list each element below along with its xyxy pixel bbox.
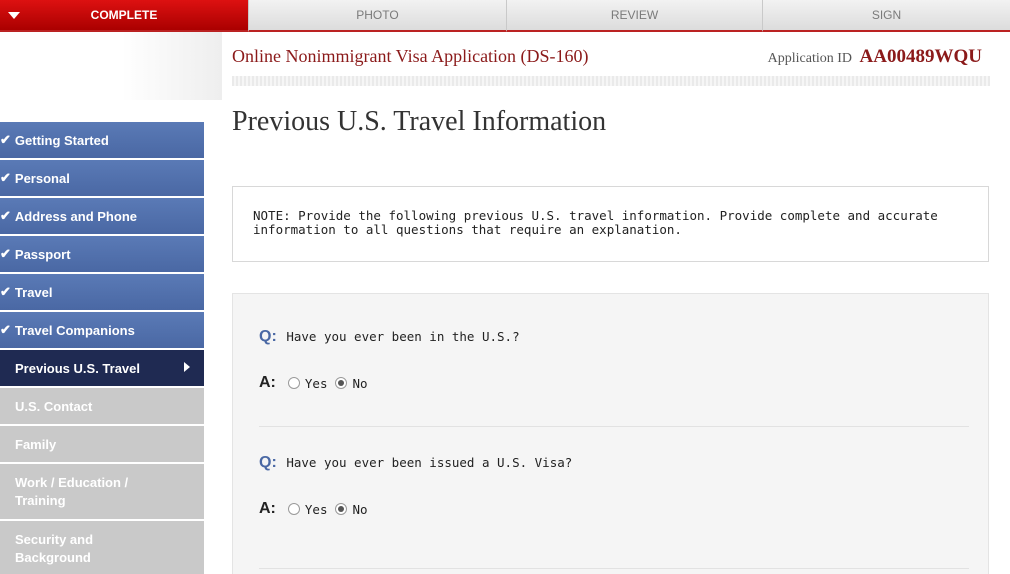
sidebar-item-getting-started[interactable]: ✔ Getting Started <box>0 122 204 158</box>
answer-label: A: <box>259 374 276 391</box>
radio-no[interactable] <box>335 503 348 515</box>
tab-photo[interactable]: PHOTO <box>248 0 506 32</box>
sidebar-item-label: Travel <box>14 284 53 300</box>
radio-no[interactable] <box>335 377 348 389</box>
tab-complete-label: COMPLETE <box>90 8 158 22</box>
radio-label: Yes <box>304 501 328 517</box>
application-id-value: AA00489WQU <box>859 46 982 67</box>
question-text: Have you ever been in the U.S.? <box>286 329 520 344</box>
radio-label: No <box>352 501 368 517</box>
sidebar-item-work-education-training: Work / Education / Training <box>0 464 204 519</box>
sidebar-item-label: Passport <box>14 246 71 262</box>
sidebar-item-label: Security and Background <box>15 531 94 565</box>
tab-complete[interactable]: COMPLETE <box>0 0 248 32</box>
question-label: Q: <box>259 328 277 345</box>
page-title: Previous U.S. Travel Information <box>232 106 607 137</box>
sidebar-nav: ✔ Getting Started ✔ Personal ✔ Address a… <box>0 122 204 574</box>
sidebar-item-label: Family <box>15 436 57 452</box>
note-text: NOTE: Provide the following previous U.S… <box>253 208 938 237</box>
sidebar-item-previous-us-travel[interactable]: Previous U.S. Travel <box>0 350 204 386</box>
question-text: Have you ever been issued a U.S. Visa? <box>286 455 573 470</box>
sidebar-item-label: Work / Education / Training <box>15 474 129 508</box>
chevron-down-icon <box>8 12 20 19</box>
check-icon: ✔ <box>0 246 11 261</box>
check-icon: ✔ <box>0 132 11 147</box>
question-been-in-us: Q: Have you ever been in the U.S.? <box>259 328 520 346</box>
sidebar-item-passport[interactable]: ✔ Passport <box>0 236 204 272</box>
progress-tabs: COMPLETE PHOTO REVIEW SIGN <box>0 0 1010 32</box>
logo-area <box>0 32 222 100</box>
answer-issued-us-visa: A: Yes No <box>259 500 376 518</box>
sidebar-item-label: Getting Started <box>14 132 109 148</box>
radio-option-yes[interactable]: Yes <box>287 501 328 517</box>
check-icon: ✔ <box>0 284 11 299</box>
answer-been-in-us: A: Yes No <box>259 374 376 392</box>
sidebar-item-travel[interactable]: ✔ Travel <box>0 274 204 310</box>
note-box: NOTE: Provide the following previous U.S… <box>232 186 989 262</box>
header-divider <box>232 76 990 86</box>
divider <box>259 568 969 569</box>
check-icon: ✔ <box>0 208 11 223</box>
sidebar-item-security-and-background: Security and Background <box>0 521 204 574</box>
question-issued-us-visa: Q: Have you ever been issued a U.S. Visa… <box>259 454 572 472</box>
sidebar-item-label: U.S. Contact <box>15 398 93 414</box>
question-label: Q: <box>259 454 277 471</box>
sidebar-item-family: Family <box>0 426 204 462</box>
sidebar-item-us-contact: U.S. Contact <box>0 388 204 424</box>
sidebar-item-label: Travel Companions <box>14 322 135 338</box>
radio-label: No <box>352 375 368 391</box>
check-icon: ✔ <box>0 170 11 185</box>
tab-review[interactable]: REVIEW <box>506 0 762 32</box>
divider <box>259 426 969 427</box>
radio-yes[interactable] <box>287 377 300 389</box>
tab-sign-label: SIGN <box>871 8 902 22</box>
application-id-label: Application ID <box>767 51 853 66</box>
questions-panel: Q: Have you ever been in the U.S.? A: Ye… <box>232 293 989 574</box>
tab-review-label: REVIEW <box>610 8 659 22</box>
answer-label: A: <box>259 500 276 517</box>
radio-option-no[interactable]: No <box>335 501 368 517</box>
chevron-right-icon <box>184 362 190 372</box>
radio-yes[interactable] <box>287 503 300 515</box>
check-icon: ✔ <box>0 322 11 337</box>
radio-option-yes[interactable]: Yes <box>287 375 328 391</box>
sidebar-item-label: Address and Phone <box>14 208 137 224</box>
sidebar-item-label: Previous U.S. Travel <box>15 360 141 376</box>
sidebar-item-label: Personal <box>14 170 70 186</box>
application-id: Application ID AA00489WQU <box>768 46 982 68</box>
tab-sign[interactable]: SIGN <box>762 0 1010 32</box>
radio-option-no[interactable]: No <box>335 375 368 391</box>
radio-label: Yes <box>304 375 328 391</box>
sidebar-item-address-and-phone[interactable]: ✔ Address and Phone <box>0 198 204 234</box>
sidebar-item-personal[interactable]: ✔ Personal <box>0 160 204 196</box>
sidebar-item-travel-companions[interactable]: ✔ Travel Companions <box>0 312 204 348</box>
app-title: Online Nonimmigrant Visa Application (DS… <box>232 46 589 66</box>
tab-photo-label: PHOTO <box>356 8 399 22</box>
